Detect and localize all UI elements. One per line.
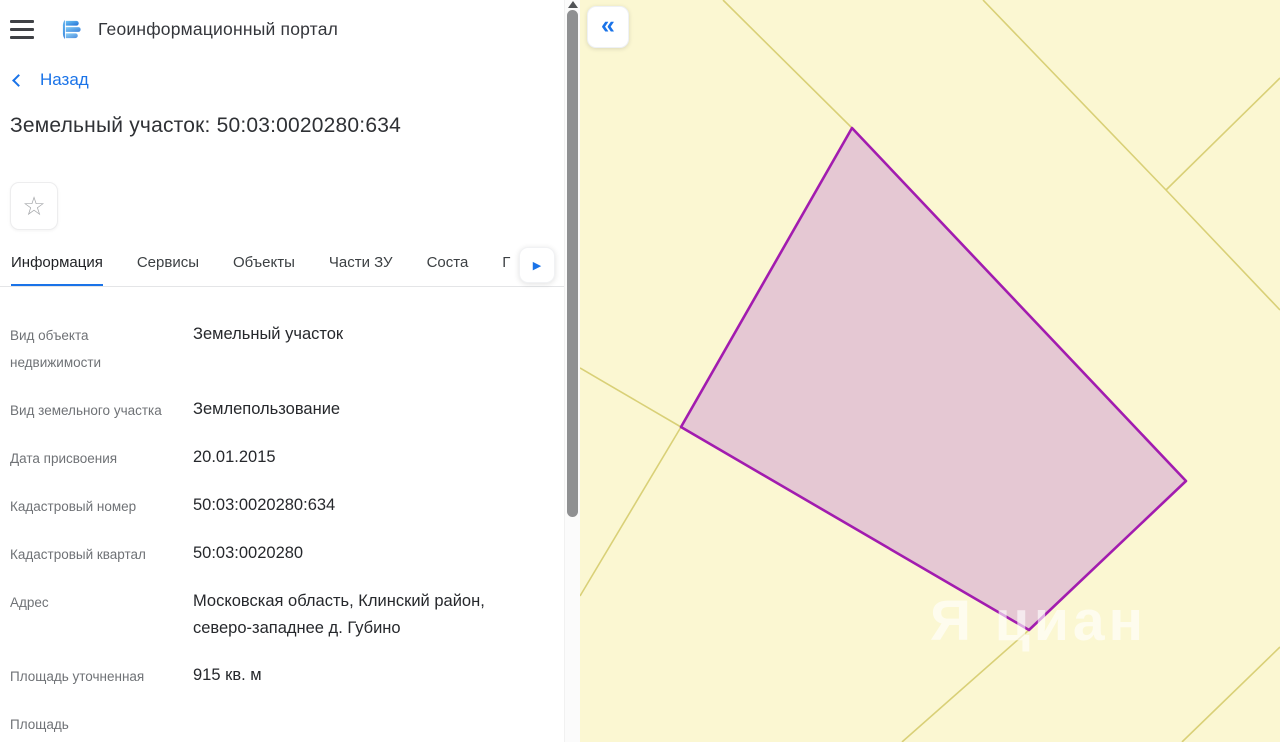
tab-objects[interactable]: Объекты <box>233 254 295 286</box>
row-value: Землепользование <box>193 400 341 418</box>
row-value: 915 кв. м <box>193 666 262 684</box>
page-title: Земельный участок: 50:03:0020280:634 <box>10 114 401 137</box>
collapse-panel-button[interactable]: « <box>587 6 629 48</box>
row-label: Вид объекта недвижимости <box>10 328 102 370</box>
scroll-up-arrow-icon[interactable] <box>567 1 578 8</box>
row-label: Кадастровый номер <box>10 499 137 514</box>
row-value: 20.01.2015 <box>193 448 276 466</box>
tab-parcel-parts[interactable]: Части ЗУ <box>329 254 393 286</box>
row-label: Площадь уточненная <box>10 669 145 684</box>
app-title: Геоинформационный портал <box>98 19 339 39</box>
panel-scrollbar[interactable] <box>564 0 580 742</box>
info-row-object-kind: Вид объекта недвижимости Земельный участ… <box>10 321 534 376</box>
info-row-cadastral-number: Кадастровый номер 50:03:0020280:634 <box>10 492 534 520</box>
tabs-bar: Информация Сервисы Объекты Части ЗУ Сост… <box>0 247 564 287</box>
row-value: 50:03:0020280:634 <box>193 496 336 514</box>
row-label: Вид земельного участка <box>10 403 162 418</box>
row-value: 50:03:0020280 <box>193 544 304 562</box>
chevron-left-icon <box>12 73 25 87</box>
back-label: Назад <box>40 70 89 89</box>
row-value: Московская область, Клинский район, севе… <box>193 592 485 637</box>
tab-services[interactable]: Сервисы <box>137 254 199 286</box>
tab-clipped[interactable]: Г <box>502 254 510 286</box>
star-icon: ☆ <box>22 191 46 221</box>
favorite-button[interactable]: ☆ <box>10 182 58 230</box>
row-label: Кадастровый квартал <box>10 547 146 562</box>
map-view[interactable]: Я циан « <box>580 0 1280 742</box>
tab-composition[interactable]: Соста <box>427 254 469 286</box>
info-list: Вид объекта недвижимости Земельный участ… <box>0 287 548 742</box>
back-button[interactable]: Назад <box>12 70 564 90</box>
parcel-polygon[interactable] <box>679 126 1188 632</box>
info-row-address: Адрес Московская область, Клинский район… <box>10 588 534 642</box>
row-label: Адрес <box>10 595 49 610</box>
arrow-right-icon: ▶ <box>532 259 542 272</box>
tabs-scroll-right-button[interactable]: ▶ <box>519 247 555 283</box>
panel-header: Геоинформационный портал <box>0 0 564 44</box>
info-row-refined-area: Площадь уточненная 915 кв. м <box>10 662 534 690</box>
scrollbar-thumb[interactable] <box>567 10 578 517</box>
info-row-assign-date: Дата присвоения 20.01.2015 <box>10 444 534 472</box>
row-label: Площадь <box>10 717 69 732</box>
menu-icon[interactable] <box>10 20 34 39</box>
tab-information[interactable]: Информация <box>11 254 103 286</box>
row-label: Дата присвоения <box>10 451 118 466</box>
double-chevron-left-icon: « <box>601 11 615 39</box>
row-value: Земельный участок <box>193 325 344 343</box>
info-row-cadastral-quarter: Кадастровый квартал 50:03:0020280 <box>10 540 534 568</box>
portal-logo-icon <box>62 19 81 40</box>
cadastral-map-canvas <box>580 0 1280 742</box>
info-panel: Геоинформационный портал Назад Земельный… <box>0 0 564 742</box>
info-row-parcel-kind: Вид земельного участка Землепользование <box>10 396 534 424</box>
info-row-area: Площадь <box>10 710 534 738</box>
